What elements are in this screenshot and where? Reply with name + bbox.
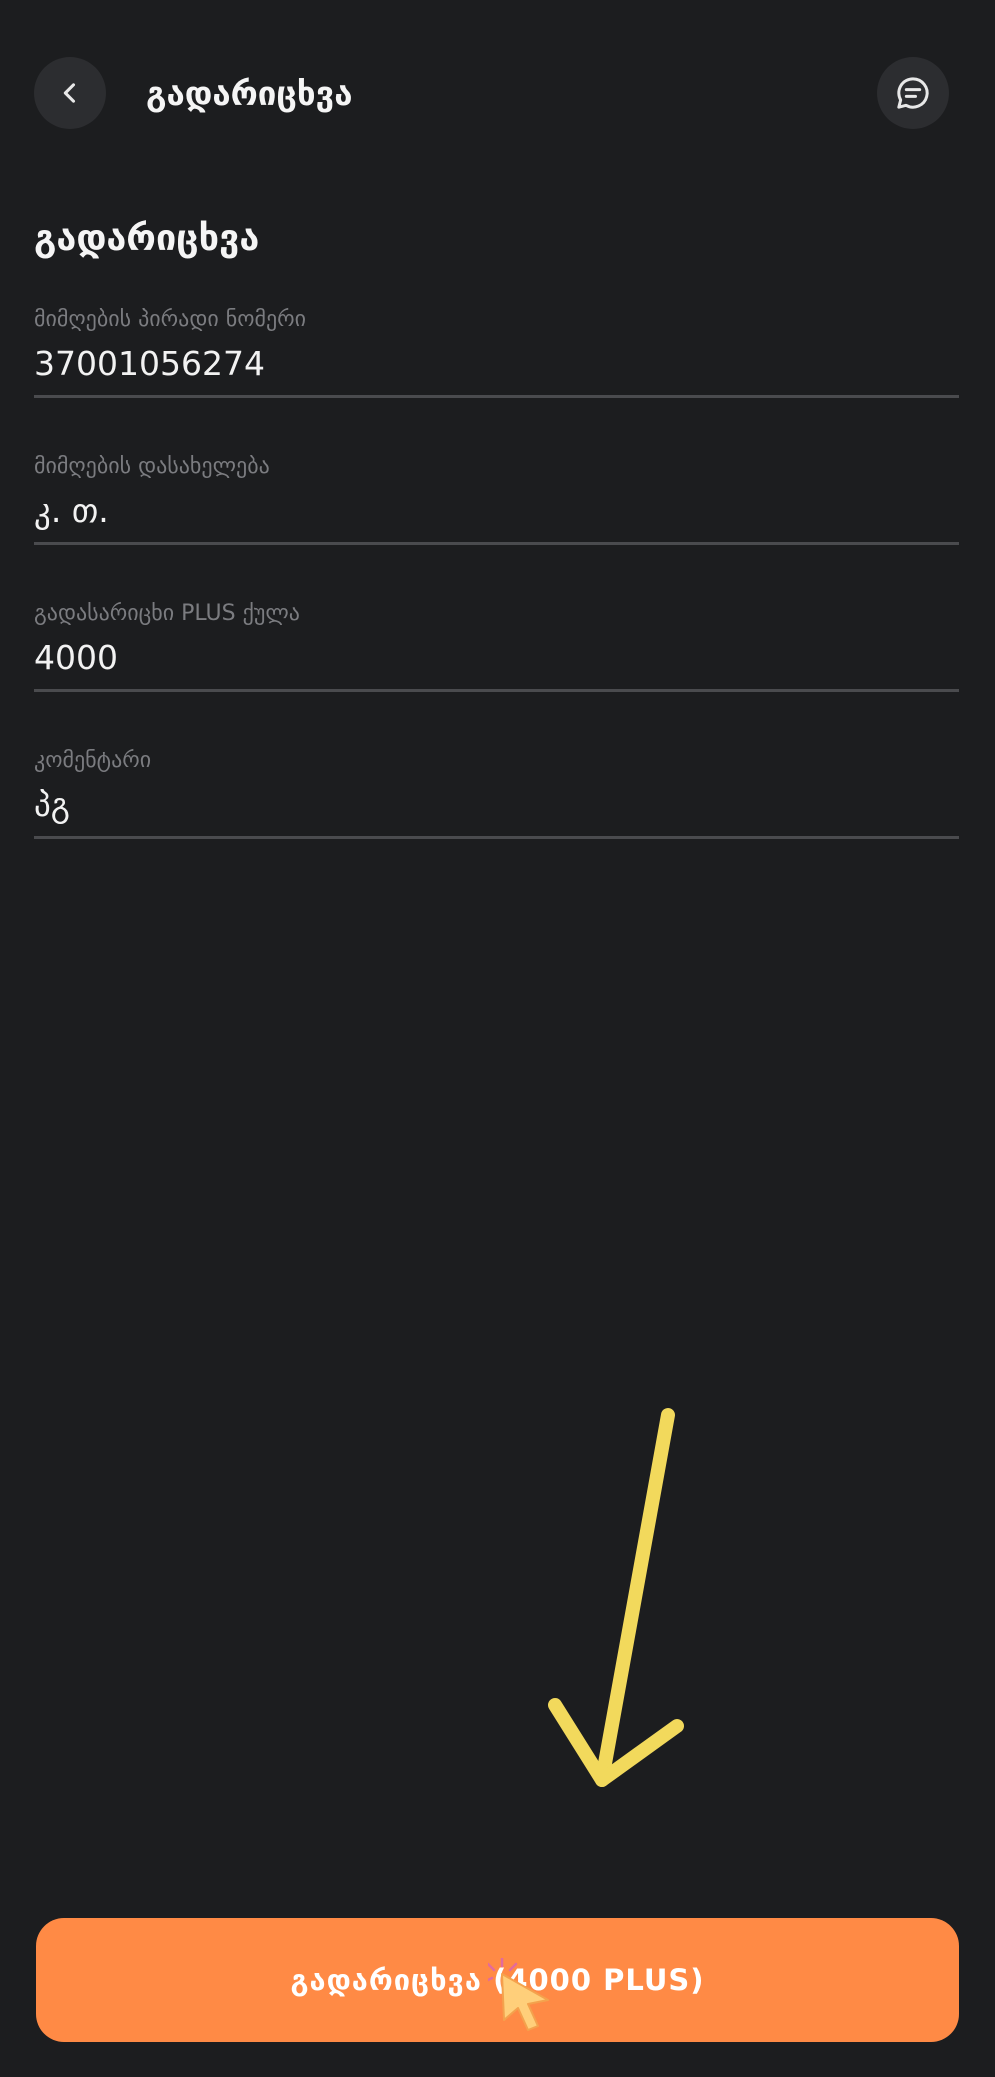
recipient-id-value[interactable]: 37001056274 <box>34 341 265 387</box>
comment-label: კომენტარი <box>34 748 152 773</box>
recipient-id-field[interactable]: მიმღების პირადი ნომერი 37001056274 <box>34 305 959 398</box>
recipient-name-label: მიმღების დასახელება <box>34 454 270 479</box>
chat-button[interactable] <box>877 57 949 129</box>
tap-cursor-icon <box>488 1958 549 2031</box>
top-bar: გადარიცხვა <box>0 0 995 190</box>
recipient-name-value[interactable]: კ. თ. <box>34 488 109 534</box>
recipient-id-label: მიმღების პირადი ნომერი <box>34 307 307 332</box>
page-title: გადარიცხვა <box>34 218 260 259</box>
comment-value[interactable]: პგ <box>34 782 70 828</box>
comment-field[interactable]: კომენტარი პგ <box>34 746 959 839</box>
chevron-left-icon <box>63 83 76 103</box>
back-button[interactable] <box>34 57 106 129</box>
chat-bubble-icon <box>897 77 929 109</box>
annotation-arrow-icon <box>548 1408 684 1787</box>
header-title: გადარიცხვა <box>146 74 353 113</box>
points-amount-field[interactable]: გადასარიცხი PLUS ქულა 4000 <box>34 599 959 692</box>
recipient-name-field[interactable]: მიმღების დასახელება კ. თ. <box>34 452 959 545</box>
points-amount-value[interactable]: 4000 <box>34 635 118 681</box>
points-amount-label: გადასარიცხი PLUS ქულა <box>34 601 300 626</box>
